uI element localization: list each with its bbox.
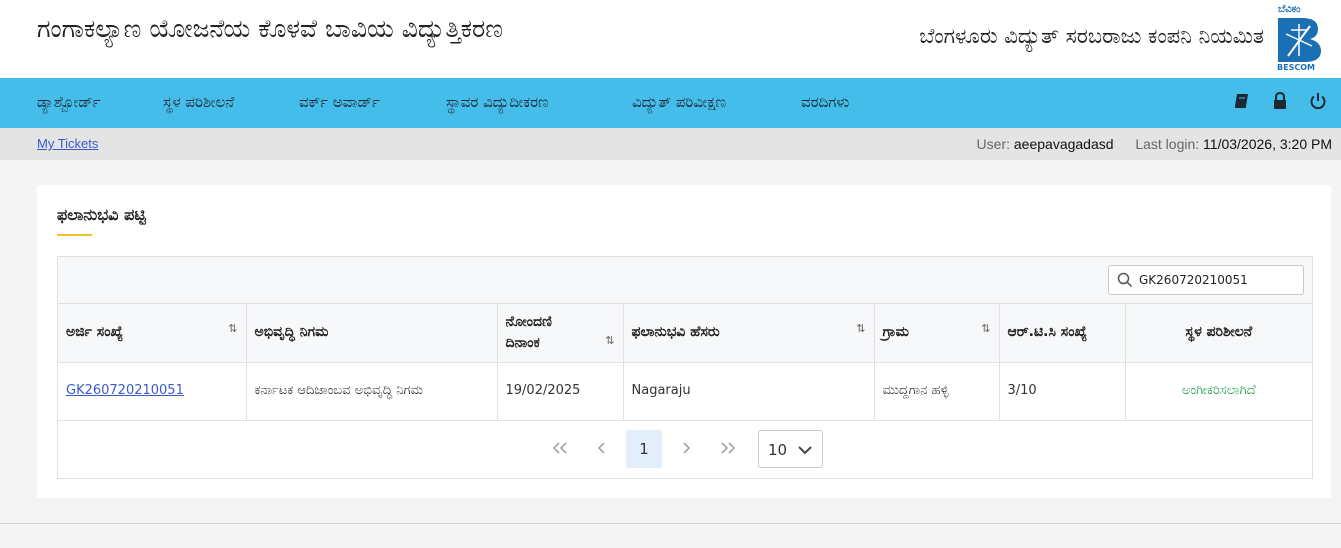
col-header-rtc-no: ಆರ್.ಟಿ.ಸಿ ಸಂಖ್ಯೆ	[999, 304, 1126, 363]
col-header-label: ನೋಂದಣಿ ದಿನಾಂಕ	[505, 313, 552, 351]
last-page-button[interactable]	[710, 430, 746, 468]
col-header-beneficiary[interactable]: ಫಲಾನುಭವಿ ಹೆಸರು ⇅	[623, 304, 875, 363]
cell-corporation: ಕರ್ನಾಟಕ ಆದಿಜಾಂಬವ ಅಭಿವೃದ್ಧಿ ನಿಗಮ	[246, 362, 498, 421]
sort-icon[interactable]: ⇅	[605, 330, 614, 351]
cell-rtc-no: 3/10	[999, 362, 1126, 421]
main-nav: ಡ್ಯಾಶ್ಬೋರ್ಡ್ ಸ್ಥಳ ಪರಿಶೀಲನೆ ವರ್ಕ್ ಅವಾರ್ಡ್…	[0, 78, 1341, 128]
power-icon[interactable]	[1309, 92, 1329, 112]
app-title: ಗಂಗಾಕಲ್ಯಾಣ ಯೋಜನೆಯ ಕೊಳವೆ ಬಾವಿಯ ವಿದ್ಯುತ್ತಿ…	[37, 14, 503, 43]
double-chevron-left-icon	[552, 442, 567, 454]
sort-icon[interactable]: ⇅	[856, 318, 865, 339]
search-input[interactable]	[1139, 266, 1301, 294]
col-header-site-inspection: ಸ್ಥಳ ಪರಿಶೀಲನೆ	[1125, 304, 1312, 363]
beneficiary-table-panel: ಅರ್ಜಿ ಸಂಖ್ಯೆ ⇅ ಅಭಿವೃದ್ಧಿ ನಿಗಮ ನೋಂದಣಿ ದಿನಾ…	[57, 256, 1313, 479]
book-icon[interactable]	[1233, 92, 1253, 112]
application-no-link[interactable]: GK260720210051	[66, 383, 184, 398]
last-login-label: Last login:	[1135, 136, 1200, 152]
my-tickets-link[interactable]: My Tickets	[37, 136, 98, 151]
company-name: ಬೆಂಗಳೂರು ವಿದ್ಯುತ್ ಸರಬರಾಜು ಕಂಪನಿ ನಿಯಮಿತ	[919, 24, 1264, 48]
last-login-value: 11/03/2026, 3:20 PM	[1203, 136, 1332, 152]
col-header-label: ಅಭಿವೃದ್ಧಿ ನಿಗಮ	[254, 324, 329, 341]
cell-application-no: GK260720210051	[58, 362, 247, 421]
chevron-left-icon	[597, 442, 605, 454]
logo-bottom-text: BESCOM	[1277, 63, 1315, 72]
table-row: GK260720210051 ಕರ್ನಾಟಕ ಆದಿಜಾಂಬವ ಅಭಿವೃದ್ಧ…	[58, 362, 1312, 421]
cell-beneficiary: Nagaraju	[623, 362, 875, 421]
sort-icon[interactable]: ⇅	[228, 318, 237, 339]
user-value: aeepavagadasd	[1013, 136, 1114, 152]
prev-page-button[interactable]	[584, 430, 620, 468]
table-toolbar	[58, 257, 1312, 304]
beneficiary-card: ಫಲಾನುಭವಿ ಪಟ್ಟಿ ಅರ್ಜಿ ಸಂಖ್ಯೆ ⇅ ಅಭಿವೃದ್ಧಿ ನ…	[37, 185, 1331, 498]
nav-item-work-award[interactable]: ವರ್ಕ್ ಅವಾರ್ಡ್	[299, 93, 380, 111]
page-title: ಫಲಾನುಭವಿ ಪಟ್ಟಿ	[57, 205, 146, 224]
rows-per-page-value: 10	[768, 441, 788, 459]
sort-icon[interactable]: ⇅	[981, 318, 990, 339]
nav-item-electrical-inspection[interactable]: ವಿದ್ಯುತ್ ಪರಿವೀಕ್ಷಣ	[632, 93, 726, 111]
search-box[interactable]	[1108, 265, 1304, 295]
col-header-label: ಆರ್.ಟಿ.ಸಿ ಸಂಖ್ಯೆ	[1007, 324, 1088, 341]
beneficiary-table: ಅರ್ಜಿ ಸಂಖ್ಯೆ ⇅ ಅಭಿವೃದ್ಧಿ ನಿಗಮ ನೋಂದಣಿ ದಿನಾ…	[58, 304, 1312, 421]
nav-item-reports[interactable]: ವರದಿಗಳು	[801, 93, 849, 111]
col-header-registration-date[interactable]: ನೋಂದಣಿ ದಿನಾಂಕ ⇅	[497, 304, 624, 363]
paginator: 1 10	[58, 420, 1312, 478]
rows-per-page-select[interactable]: 10	[758, 430, 823, 468]
user-label: User:	[976, 136, 1010, 152]
next-page-button[interactable]	[668, 430, 704, 468]
col-header-label: ಸ್ಥಳ ಪರಿಶೀಲನೆ	[1185, 324, 1253, 341]
bescom-logo: ಬೆವಿಕಂ BESCOM	[1274, 4, 1326, 74]
info-bar: My Tickets User: aeepavagadasd Last logi…	[0, 128, 1341, 160]
first-page-button[interactable]	[542, 430, 578, 468]
nav-item-dashboard[interactable]: ಡ್ಯಾಶ್ಬೋರ್ಡ್	[37, 93, 101, 111]
title-underline	[57, 234, 92, 236]
nav-item-installation-electrification[interactable]: ಸ್ಥಾವರ ವಿದ್ಯುದೀಕರಣ	[446, 93, 549, 111]
double-chevron-right-icon	[721, 442, 736, 454]
app-header: ಗಂಗಾಕಲ್ಯಾಣ ಯೋಜನೆಯ ಕೊಳವೆ ಬಾವಿಯ ವಿದ್ಯುತ್ತಿ…	[0, 0, 1341, 78]
cell-registration-date: 19/02/2025	[497, 362, 624, 421]
status-badge: ಅಂಗೀಕರಿಸಲಾಗಿದೆ	[1181, 383, 1256, 398]
col-header-label: ಅರ್ಜಿ ಸಂಖ್ಯೆ	[66, 324, 124, 341]
lock-icon[interactable]	[1272, 91, 1292, 112]
logo-emblem-icon	[1278, 18, 1321, 62]
col-header-application-no[interactable]: ಅರ್ಜಿ ಸಂಖ್ಯೆ ⇅	[58, 304, 247, 363]
search-icon	[1117, 272, 1133, 288]
cell-site-inspection: ಅಂಗೀಕರಿಸಲಾಗಿದೆ	[1125, 362, 1312, 421]
chevron-right-icon	[683, 442, 691, 454]
col-header-label: ಗ್ರಾಮ	[882, 324, 909, 341]
nav-item-site-inspection[interactable]: ಸ್ಥಳ ಪರಿಶೀಲನೆ	[163, 93, 234, 111]
cell-village: ಮುದ್ದಗಾನ ಹಳ್ಳಿ	[874, 362, 1000, 421]
user-info: User: aeepavagadasd Last login: 11/03/20…	[977, 136, 1332, 152]
table-header-row: ಅರ್ಜಿ ಸಂಖ್ಯೆ ⇅ ಅಭಿವೃದ್ಧಿ ನಿಗಮ ನೋಂದಣಿ ದಿನಾ…	[58, 304, 1312, 363]
col-header-village[interactable]: ಗ್ರಾಮ ⇅	[874, 304, 1000, 363]
chevron-down-icon	[798, 446, 812, 455]
page-number-button[interactable]: 1	[626, 430, 662, 468]
footer-divider	[0, 523, 1341, 524]
col-header-corporation: ಅಭಿವೃದ್ಧಿ ನಿಗಮ	[246, 304, 498, 363]
col-header-label: ಫಲಾನುಭವಿ ಹೆಸರು	[631, 324, 720, 341]
logo-top-text: ಬೆವಿಕಂ	[1278, 4, 1301, 15]
